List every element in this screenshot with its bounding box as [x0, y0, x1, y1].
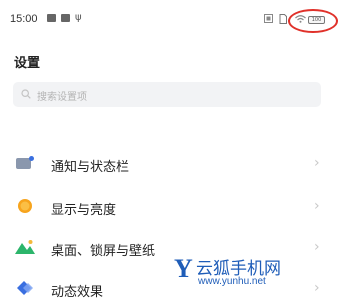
chevron-right-icon: ›: [314, 155, 320, 171]
nfc-icon: [264, 14, 273, 23]
annotation-circle: [288, 9, 338, 33]
chevron-right-icon: ›: [314, 239, 320, 255]
page-title: 设置: [14, 56, 41, 71]
status-time: 15:00: [10, 13, 38, 25]
brightness-icon: [18, 199, 32, 213]
wallpaper-icon: [15, 240, 35, 254]
chevron-right-icon: ›: [314, 280, 320, 296]
settings-item-display[interactable]: 显示与亮度 ›: [0, 188, 353, 226]
mail-icon: [61, 14, 70, 22]
usb-icon: ψ: [75, 12, 82, 23]
settings-item-notifications[interactable]: 通知与状态栏 ›: [0, 145, 353, 183]
search-placeholder: 搜索设置项: [37, 92, 87, 103]
chevron-right-icon: ›: [314, 198, 320, 214]
settings-item-label: 桌面、锁屏与壁纸: [51, 244, 156, 259]
watermark-logo: Y: [174, 254, 193, 283]
animation-icon: [17, 281, 33, 295]
message-icon: [47, 14, 56, 22]
search-input[interactable]: 搜索设置项: [13, 82, 321, 107]
settings-item-label: 动态效果: [51, 285, 104, 300]
status-bar: 15:00 ψ 100: [0, 0, 353, 33]
search-icon: [21, 89, 31, 99]
sim-icon: [279, 14, 287, 24]
watermark-url: www.yunhu.net: [198, 276, 266, 287]
notification-icon: [16, 156, 34, 169]
settings-item-label: 通知与状态栏: [51, 160, 130, 175]
settings-item-label: 显示与亮度: [51, 203, 117, 218]
